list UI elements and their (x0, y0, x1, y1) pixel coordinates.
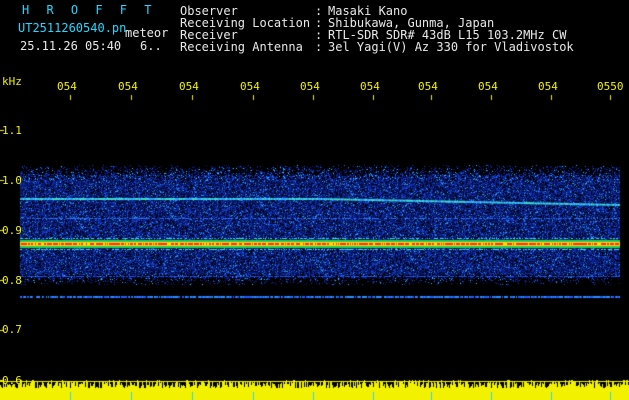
y-tick-label: 1.0 (2, 174, 22, 187)
filename-label: UT2511260540.pn (18, 21, 127, 35)
x-tick-label: 054 (418, 80, 438, 93)
x-tick-label: 054 (179, 80, 199, 93)
y-tick-label: 1.1 (2, 124, 22, 137)
y-tick-label: 0.7 (2, 323, 22, 336)
x-tick-label: 054 (240, 80, 260, 93)
y-tick-label: 0.8 (2, 274, 22, 287)
x-tick-label: 054 (300, 80, 320, 93)
spectrogram-canvas (0, 0, 629, 400)
x-tick-label: 054 (538, 80, 558, 93)
x-tick-label: 0550 (597, 80, 624, 93)
info-value-antenna: 3el Yagi(V) Az 330 for Vladivostok (328, 40, 574, 54)
hrofft-logo: H R O F F T (22, 3, 157, 17)
extra-label: 6.. (140, 39, 162, 53)
info-label-antenna: Receiving Antenna (180, 40, 303, 54)
x-tick-label: 054 (118, 80, 138, 93)
x-tick-label: 054 (57, 80, 77, 93)
y-axis-unit: kHz (2, 75, 22, 88)
y-tick-label: 0.6 (2, 374, 22, 387)
datetime-label: 25.11.26 05:40 (20, 39, 122, 53)
info-colon-antenna: : (315, 40, 323, 54)
y-tick-label: 0.9 (2, 224, 22, 237)
x-tick-label: 054 (478, 80, 498, 93)
x-tick-label: 054 (360, 80, 380, 93)
mode-label: meteor (125, 26, 169, 40)
